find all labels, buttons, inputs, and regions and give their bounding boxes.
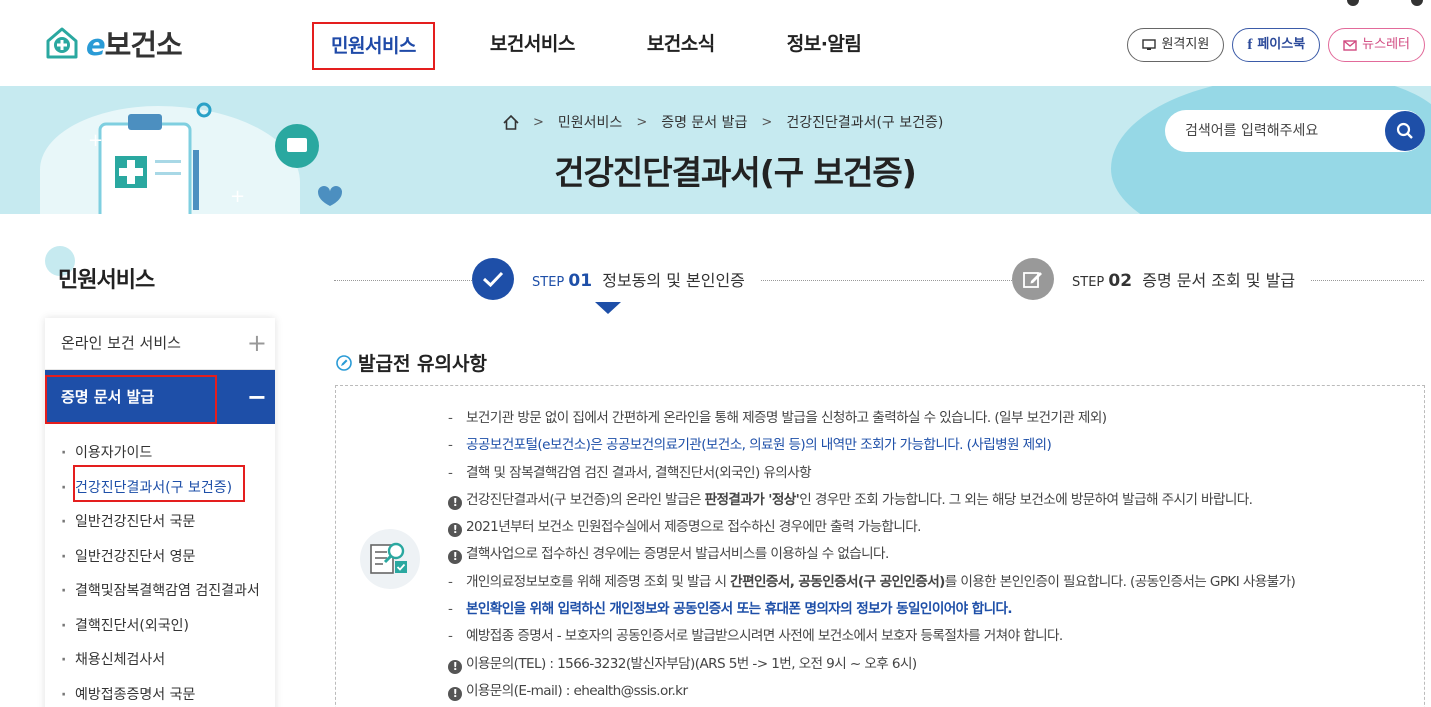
edit-icon [1012, 258, 1054, 300]
notice-line: - 개인의료정보보호를 위해 제증명 조회 및 발급 시 간편인증서, 공동인증서… [448, 573, 1296, 590]
alert-icon: ! [448, 550, 462, 565]
minus-icon: − [246, 383, 267, 411]
nav-health-service[interactable]: 보건서비스 [473, 22, 592, 70]
monitor-icon [1142, 39, 1157, 50]
sidebar-item-online-health[interactable]: 온라인 보건 서비스 + [45, 318, 275, 370]
plus-icon: + [246, 329, 267, 357]
newsletter-label: 뉴스레터 [1362, 37, 1410, 52]
sub-item-general-kr[interactable]: 일반건강진단서 국문 [45, 507, 275, 542]
pencil-circle-icon [336, 354, 352, 371]
sub-item-general-en[interactable]: 일반건강진단서 영문 [45, 542, 275, 577]
header: e보건소 민원서비스 보건서비스 보건소식 정보·알림 원격지원 f 페이스북 … [0, 0, 1431, 86]
notice-line: - 예방접종 증명서 - 보호자의 공동인증서로 발급받으시려면 사전에 보건소에… [448, 628, 1063, 645]
sidebar-item-certificate[interactable]: 증명 문서 발급 − [45, 370, 275, 424]
nav-info-notice[interactable]: 정보·알림 [770, 22, 879, 70]
notice-list: - 보건기관 방문 없이 집에서 간편하게 온라인을 통해 제증명 발급을 신청하… [448, 406, 1296, 706]
notice-line: ! 이용문의(E-mail) : ehealth@ssis.or.kr [448, 679, 1295, 706]
nav-health-news[interactable]: 보건소식 [630, 22, 732, 70]
facebook-label: 페이스북 [1257, 37, 1306, 52]
notice-line: - 공공보건포털(e보건소)은 공공보건의료기관(보건소, 의료원 등)의 내역만… [448, 437, 1052, 454]
facebook-button[interactable]: f 페이스북 [1232, 28, 1321, 62]
alert-icon: ! [448, 495, 462, 510]
step-1: STEP 01 정보동의 및 본인인증 [472, 258, 761, 300]
search-input[interactable] [1185, 110, 1375, 152]
breadcrumb-item[interactable]: 민원서비스 [558, 112, 622, 132]
sub-item-health-certificate[interactable]: 건강진단결과서(구 보건증) [45, 464, 275, 508]
logo-text: e보건소 [86, 28, 183, 62]
sub-item-vaccination-kr[interactable]: 예방접종증명서 국문 [45, 680, 275, 707]
step-1-text: STEP 01 정보동의 및 본인인증 [532, 271, 745, 291]
sub-item-employment-exam[interactable]: 채용신체검사서 [45, 645, 275, 680]
step-indicator: STEP 01 정보동의 및 본인인증 STEP 02 증명 문서 조회 및 발… [334, 258, 1424, 314]
check-icon [472, 258, 514, 300]
notice-line: ! 건강진단결과서(구 보건증)의 온라인 발급은 판정결과가 '정상'인 경우만… [448, 488, 1295, 515]
remote-support-label: 원격지원 [1161, 37, 1210, 52]
logo[interactable]: e보건소 [44, 22, 183, 64]
breadcrumb-separator: > [761, 114, 773, 130]
breadcrumb-separator: > [533, 114, 544, 130]
search-button[interactable] [1385, 111, 1425, 151]
window-dots [1347, 0, 1423, 6]
mail-icon [1343, 40, 1357, 51]
page-banner: + + > 민원서비스 > 증명 문서 발급 > 건강진단결과서(구 보건증) … [0, 86, 1431, 214]
highlight-box [73, 464, 245, 502]
sidebar-sub-list: 이용자가이드 건강진단결과서(구 보건증) 일반건강진단서 국문 일반건강진단서… [45, 424, 275, 707]
sub-item-tb-result[interactable]: 결핵및잠복결핵감염 검진결과서 [45, 576, 275, 611]
step-2-text: STEP 02 증명 문서 조회 및 발급 [1072, 271, 1296, 291]
logo-house-icon [46, 27, 78, 59]
notice-line: ! 이용문의(TEL) : 1566-3232(발신자부담)(ARS 5번 -> … [448, 652, 1295, 679]
step-2: STEP 02 증명 문서 조회 및 발급 [1012, 258, 1312, 300]
sub-item-tb-foreign[interactable]: 결핵진단서(외국인) [45, 611, 275, 646]
alert-icon: ! [448, 659, 462, 674]
notice-line: - 보건기관 방문 없이 집에서 간편하게 온라인을 통해 제증명 발급을 신청하… [448, 410, 1107, 426]
sidebar-item-label: 온라인 보건 서비스 [61, 334, 181, 352]
sidebar-title: 민원서비스 [58, 268, 155, 293]
nav-civil-service[interactable]: 민원서비스 [312, 22, 435, 70]
notice-line: - 본인확인을 위해 입력하신 개인정보와 공동인증서 또는 휴대폰 명의자의 정… [448, 601, 1013, 618]
notice-line: ! 결핵사업으로 접수하신 경우에는 증명문서 발급서비스를 이용하실 수 없습니… [448, 542, 1295, 569]
notice-line: ! 2021년부터 보건소 민원접수실에서 제증명으로 접수하신 경우에만 출력 … [448, 515, 1295, 542]
notice-title-text: 발급전 유의사항 [358, 353, 487, 375]
breadcrumb-separator: > [636, 114, 648, 130]
sidebar-menu: 온라인 보건 서비스 + 증명 문서 발급 − 이용자가이드 건강진단결과서(구… [45, 318, 275, 707]
document-search-icon [360, 529, 420, 589]
alert-icon: ! [448, 523, 462, 538]
facebook-icon: f [1247, 37, 1253, 53]
step-arrow-icon [595, 302, 621, 314]
notice-line: - 결핵 및 잠복결핵감염 검진 결과서, 결핵진단서(외국인) 유의사항 [448, 464, 812, 481]
page-title: 건강진단결과서(구 보건증) [554, 153, 917, 192]
main-nav: 민원서비스 보건서비스 보건소식 정보·알림 [312, 22, 916, 70]
breadcrumb-item[interactable]: 건강진단결과서(구 보건증) [786, 112, 943, 132]
step-1-label: 정보동의 및 본인인증 [602, 271, 745, 290]
notice-box: - 보건기관 방문 없이 집에서 간편하게 온라인을 통해 제증명 발급을 신청하… [335, 385, 1425, 707]
alert-icon: ! [448, 686, 462, 701]
utility-links: 원격지원 f 페이스북 뉴스레터 [1127, 28, 1425, 62]
step-2-label: 증명 문서 조회 및 발급 [1142, 271, 1296, 290]
breadcrumb-item[interactable]: 증명 문서 발급 [661, 112, 747, 132]
newsletter-button[interactable]: 뉴스레터 [1328, 28, 1425, 62]
remote-support-button[interactable]: 원격지원 [1127, 28, 1225, 62]
search-bar [1165, 110, 1425, 152]
notice-title: 발급전 유의사항 [336, 349, 487, 376]
search-icon [1396, 122, 1413, 139]
home-icon[interactable] [503, 114, 519, 130]
highlight-box [45, 375, 217, 424]
breadcrumb: > 민원서비스 > 증명 문서 발급 > 건강진단결과서(구 보건증) [503, 112, 943, 132]
